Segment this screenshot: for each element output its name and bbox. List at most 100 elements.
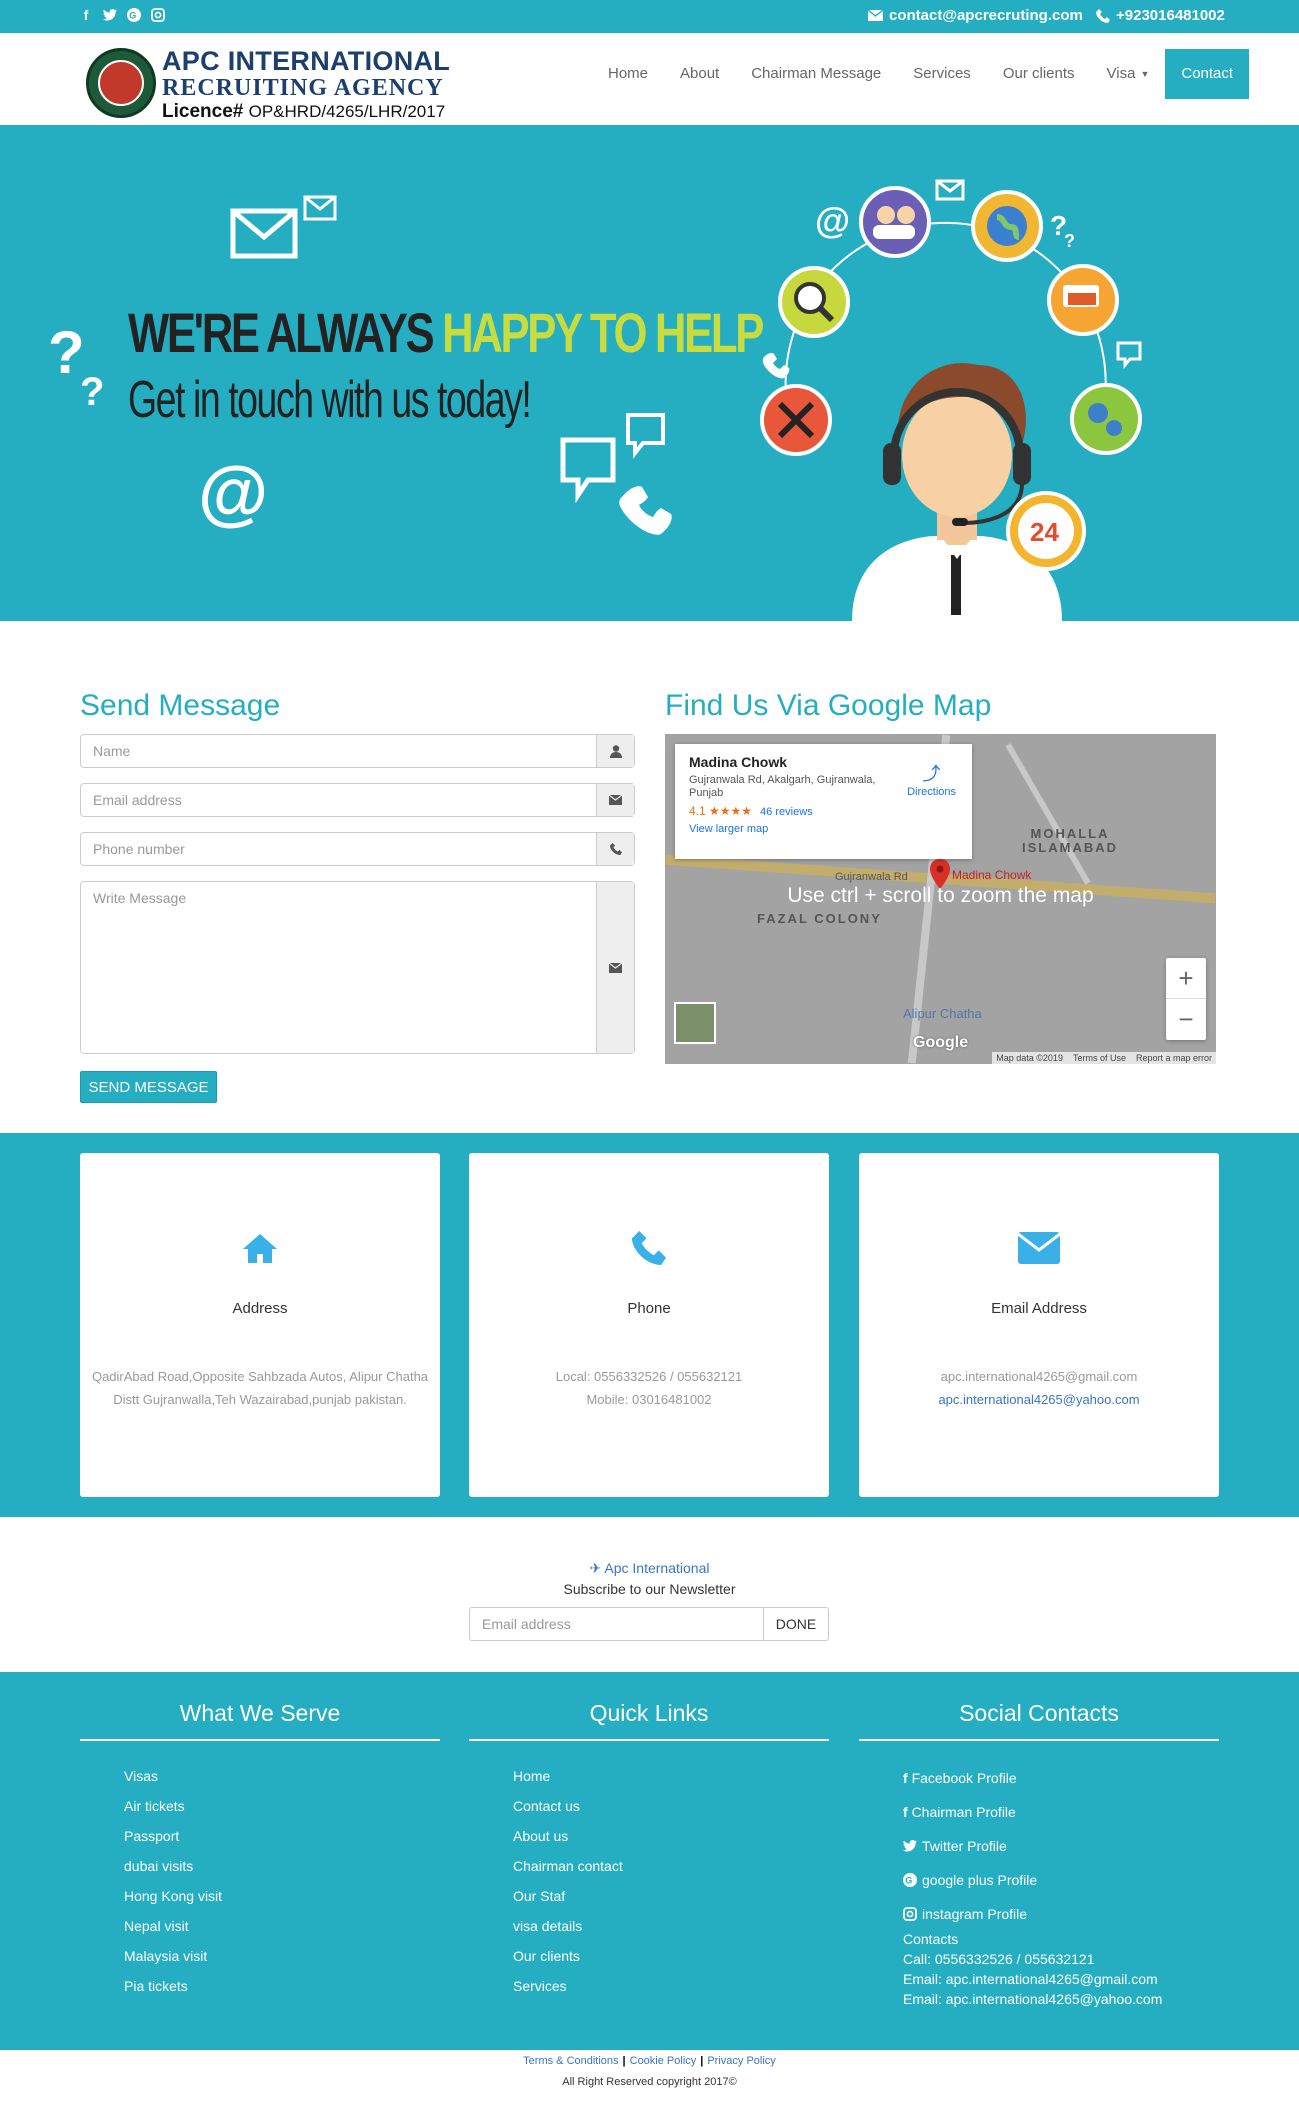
footer-serve-item[interactable]: Visas (124, 1761, 440, 1791)
terms-link[interactable]: Terms & Conditions (523, 2055, 618, 2067)
nav-contact[interactable]: Contact (1165, 49, 1250, 99)
phone-placeholder: Phone number (93, 841, 185, 857)
privacy-policy-link[interactable]: Privacy Policy (707, 2055, 775, 2067)
footer-link[interactable]: Home (513, 1761, 829, 1791)
footer-instagram-link[interactable]: instagram Profile (903, 1897, 1219, 1931)
zoom-out-button[interactable]: − (1166, 999, 1206, 1040)
map-terms-link[interactable]: Terms of Use (1073, 1053, 1126, 1063)
send-message-title: Send Message (80, 689, 281, 722)
address-title: Address (232, 1300, 288, 1317)
footer-contacts-title: Contacts (903, 1931, 959, 1947)
phone-card: Phone Local: 0556332526 / 055632121 Mobi… (469, 1153, 829, 1497)
zoom-in-button[interactable]: + (1166, 958, 1206, 999)
footer-link[interactable]: Contact us (513, 1791, 829, 1821)
map-report-link[interactable]: Report a map error (1136, 1053, 1212, 1063)
phone-field[interactable]: Phone number (80, 832, 635, 866)
facebook-icon: f (903, 1804, 908, 1820)
top-email[interactable]: contact@apcrecruting.com (868, 7, 1083, 24)
newsletter: ✈ Apc International Subscribe to our New… (0, 1560, 1299, 1597)
footer-serve-item[interactable]: Passport (124, 1821, 440, 1851)
footer-serve-item[interactable]: Air tickets (124, 1791, 440, 1821)
send-message-button[interactable]: SEND MESSAGE (80, 1071, 217, 1103)
map-place-card: Madina Chowk Gujranwala Rd, Akalgarh, Gu… (675, 744, 972, 859)
footer-google-plus-link[interactable]: Ggoogle plus Profile (903, 1863, 1219, 1897)
nav-home[interactable]: Home (592, 49, 664, 99)
twitter-icon[interactable] (102, 7, 118, 23)
footer-serve-item[interactable]: dubai visits (124, 1851, 440, 1881)
footer-social-label: Twitter Profile (922, 1838, 1007, 1854)
google-map[interactable]: MOHALLA ISLAMABAD FAZAL COLONY Alipur Ch… (665, 734, 1216, 1064)
footer-social-label: instagram Profile (922, 1906, 1028, 1922)
view-larger-map-link[interactable]: View larger map (689, 823, 958, 835)
map-footer: Map data ©2019 Terms of Use Report a map… (992, 1052, 1216, 1064)
plane-icon: ✈ (589, 1560, 602, 1576)
svg-text:G: G (905, 1876, 912, 1886)
email-link[interactable]: apc.international4265@yahoo.com (938, 1392, 1139, 1407)
footer-link[interactable]: Services (513, 1971, 829, 2001)
map-area-fazal: FAZAL COLONY (757, 911, 882, 926)
agency-logo[interactable] (86, 48, 156, 118)
copyright-bar: Terms & Conditions | Cookie Policy | Privacy… (0, 2055, 1299, 2088)
chat-icon (1116, 341, 1142, 370)
footer-link[interactable]: Chairman contact (513, 1851, 829, 1881)
footer-link[interactable]: About us (513, 1821, 829, 1851)
footer-facebook-link[interactable]: f Facebook Profile (903, 1761, 1219, 1795)
footer-serve-item[interactable]: Nepal visit (124, 1911, 440, 1941)
message-field[interactable]: Write Message (80, 881, 635, 1054)
email-field[interactable]: Email address (80, 783, 635, 817)
footer-link[interactable]: Our clients (513, 1941, 829, 1971)
footer-serve-item[interactable]: Pia tickets (124, 1971, 440, 2001)
email-line: apc.international4265@gmail.com (940, 1369, 1138, 1384)
google-plus-icon[interactable]: G (126, 7, 142, 23)
team-icon (859, 186, 931, 258)
email-text: apc.international4265@gmail.com apc.inte… (859, 1365, 1219, 1411)
top-phone[interactable]: +923016481002 (1096, 7, 1225, 24)
footer-social-label: Facebook Profile (911, 1770, 1017, 1786)
nav-our-clients[interactable]: Our clients (987, 49, 1091, 99)
satellite-toggle[interactable] (674, 1002, 716, 1044)
google-plus-icon: G (903, 1873, 917, 1887)
footer-link[interactable]: Our Staf (513, 1881, 829, 1911)
footer-chairman-link[interactable]: f Chairman Profile (903, 1795, 1219, 1829)
hero-subline: Get in touch with us today! (128, 371, 532, 429)
directions-link[interactable]: ⤴ Directions (907, 760, 956, 798)
footer-twitter-link[interactable]: Twitter Profile (903, 1829, 1219, 1863)
hero-banner: ? ? @ @ ? ? 24 WE'RE ALWAYS HAPPY TO HEL… (0, 125, 1299, 621)
phone-line: Mobile: 03016481002 (586, 1392, 712, 1407)
licence-number: OP&HRD/4265/LHR/2017 (248, 102, 446, 121)
nav-chairman-message[interactable]: Chairman Message (735, 49, 897, 99)
brand-line2: RECRUITING AGENCY (162, 75, 444, 101)
brand-licence: Licence# OP&HRD/4265/LHR/2017 (162, 102, 450, 121)
phone-text: Local: 0556332526 / 055632121 Mobile: 03… (469, 1365, 829, 1411)
nav-services[interactable]: Services (897, 49, 987, 99)
footer-contacts-line: Email: apc.international4265@yahoo.com (903, 1991, 1163, 2007)
facebook-icon[interactable]: f (78, 7, 94, 23)
instagram-icon (903, 1907, 917, 1921)
user-icon (596, 735, 634, 767)
newsletter-done-button[interactable]: DONE (763, 1608, 828, 1640)
newsletter-email-input[interactable]: Email address (470, 1608, 763, 1640)
footer-serve-item[interactable]: Hong Kong visit (124, 1881, 440, 1911)
rating-stars: ★★★★ (709, 804, 753, 818)
name-field[interactable]: Name (80, 734, 635, 768)
address-card: Address QadirAbad Road,Opposite Sahbzada… (80, 1153, 440, 1497)
newsletter-brand-text: Apc International (604, 1560, 710, 1576)
footer-serve-item[interactable]: Malaysia visit (124, 1941, 440, 1971)
envelope-icon (859, 1228, 1219, 1268)
phone-icon (469, 1228, 829, 1268)
footer-social-label: google plus Profile (922, 1872, 1038, 1888)
cookie-policy-link[interactable]: Cookie Policy (630, 2055, 697, 2067)
map-zoom-controls: + − (1166, 958, 1206, 1040)
nav-visa-dropdown[interactable]: Visa ▼ (1091, 49, 1166, 99)
envelope-icon (303, 195, 337, 221)
hero-headline-a: WE'RE ALWAYS (128, 301, 443, 364)
nav-about[interactable]: About (664, 49, 735, 99)
reviews-link[interactable]: 46 reviews (760, 806, 813, 818)
brand-text[interactable]: APC INTERNATIONAL RECRUITING AGENCY Lice… (162, 48, 450, 122)
footer-serve-title: What We Serve (80, 1700, 440, 1741)
support-badge-text: 24 (1030, 517, 1059, 547)
hero-headline-b: HAPPY TO HELP (442, 301, 764, 364)
instagram-icon[interactable] (150, 7, 166, 23)
map-road-label: Gujranwala Rd (835, 871, 908, 883)
footer-link[interactable]: visa details (513, 1911, 829, 1941)
